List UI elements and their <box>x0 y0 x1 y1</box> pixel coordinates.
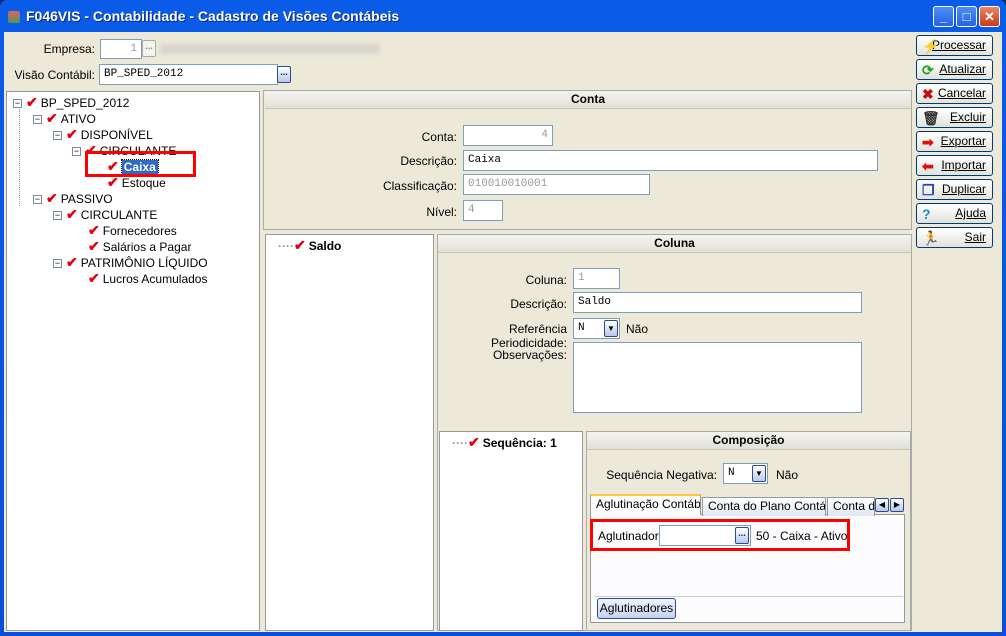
coluna-header: Coluna <box>438 235 911 253</box>
nivel-input[interactable]: 4 <box>463 200 503 221</box>
button-excluir[interactable]: 🗑 Excluir <box>916 107 993 128</box>
tree-node-saldo[interactable]: ····✔ Saldo <box>278 237 341 253</box>
highlight-box-aglutinador <box>590 519 850 551</box>
observacoes-textarea[interactable] <box>573 342 862 413</box>
tree-node-sequencia[interactable]: ····✔ Sequência: 1 <box>452 434 557 450</box>
empresa-input[interactable]: 1 <box>100 39 142 59</box>
coluna-descricao-label: Descrição: <box>510 297 567 311</box>
coluna-tree[interactable]: ····✔ Saldo <box>265 234 434 631</box>
coluna-label: Coluna: <box>525 273 567 287</box>
empresa-label: Empresa: <box>43 42 95 56</box>
button-label: Importar <box>941 158 986 172</box>
tree-node-circulante-passivo[interactable]: − ✔ CIRCULANTE <box>53 206 157 222</box>
button-label: Sair <box>964 230 986 244</box>
conta-descricao-label: Descrição: <box>400 154 457 168</box>
visao-label: Visão Contábil: <box>14 68 96 82</box>
visao-lookup-button[interactable]: ... <box>277 66 291 83</box>
import-icon: ⬅ <box>922 158 934 174</box>
trash-icon: 🗑 <box>922 110 940 126</box>
coluna-input[interactable]: 1 <box>573 268 620 289</box>
classificacao-input[interactable]: 010010010001 <box>463 174 650 195</box>
button-cancelar[interactable]: ✖ Cancelar <box>916 83 993 104</box>
button-duplicar[interactable]: ❐ Duplicar <box>916 179 993 200</box>
tab-scroll-left-icon[interactable]: ◀ <box>875 498 889 512</box>
button-ajuda[interactable]: ? Ajuda <box>916 203 993 224</box>
tree-node-salarios[interactable]: ✔ Salários a Pagar <box>88 238 191 254</box>
aglutinadores-button[interactable]: Aglutinadores <box>597 598 676 619</box>
composicao-header: Composição <box>587 432 910 450</box>
tree-node-ativo[interactable]: − ✔ ATIVO <box>33 110 96 126</box>
tree-node-patrimonio[interactable]: − ✔ PATRIMÔNIO LÍQUIDO <box>53 254 208 270</box>
export-icon: ➡ <box>922 134 934 150</box>
minimize-button[interactable]: _ <box>933 6 954 27</box>
seq-negativa-label: Sequência Negativa: <box>606 468 717 482</box>
button-exportar[interactable]: ➡ Exportar <box>916 131 993 152</box>
conta-label: Conta: <box>421 130 457 144</box>
classificacao-label: Classificação: <box>382 179 457 193</box>
empresa-lookup-button[interactable]: ... <box>142 40 156 57</box>
tree-node-lucros[interactable]: ✔ Lucros Acumulados <box>88 270 207 286</box>
button-label: Processar <box>931 38 986 52</box>
duplicate-icon: ❐ <box>922 182 935 198</box>
button-label: Cancelar <box>937 86 986 100</box>
empresa-name-blurred <box>160 44 380 54</box>
button-label: Excluir <box>949 110 986 124</box>
lightning-icon: ⚡ <box>922 38 940 54</box>
ref-periodicidade-text: Não <box>626 322 649 336</box>
tab-aglutinacao-contabil[interactable]: Aglutinação Contábil <box>590 494 701 515</box>
button-importar[interactable]: ⬅ Importar <box>916 155 993 176</box>
close-button[interactable]: ✕ <box>979 6 1000 27</box>
seq-negativa-text: Não <box>776 468 799 482</box>
tab-conta-da[interactable]: Conta da <box>827 497 875 516</box>
x-icon: ✖ <box>922 86 934 102</box>
highlight-box-caixa <box>85 151 196 177</box>
button-processar[interactable]: ⚡ Processar <box>916 35 993 56</box>
title-bar: F046VIS - Contabilidade - Cadastro de Vi… <box>0 0 1006 32</box>
conta-header: Conta <box>265 91 911 109</box>
button-label: Atualizar <box>939 62 986 76</box>
visao-input[interactable]: BP_SPED_2012 <box>99 64 278 85</box>
observacoes-label: Observações: <box>492 348 567 362</box>
maximize-button[interactable]: □ <box>956 6 977 27</box>
chevron-down-icon[interactable]: ▼ <box>752 465 766 482</box>
window-title: F046VIS - Contabilidade - Cadastro de Vi… <box>26 8 400 24</box>
tree-node-passivo[interactable]: − ✔ PASSIVO <box>33 190 113 206</box>
button-atualizar[interactable]: ⟳ Atualizar <box>916 59 993 80</box>
conta-descricao-input[interactable]: Caixa <box>463 150 878 171</box>
ref-periodicidade-label: Referência Periodicidade: <box>490 322 567 350</box>
button-label: Ajuda <box>955 206 986 220</box>
sequencia-tree[interactable]: ····✔ Sequência: 1 <box>439 431 583 631</box>
button-sair[interactable]: 🏃 Sair <box>916 227 993 248</box>
help-icon: ? <box>922 206 931 222</box>
nivel-label: Nível: <box>426 205 457 219</box>
button-label: Duplicar <box>941 182 986 196</box>
app-icon <box>8 11 20 23</box>
tree-node-fornecedores[interactable]: ✔ Fornecedores <box>88 222 177 238</box>
coluna-descricao-input[interactable]: Saldo <box>573 292 862 313</box>
tab-conta-plano-contabil[interactable]: Conta do Plano Contábil <box>702 497 826 516</box>
tree-node-disponivel[interactable]: − ✔ DISPONÍVEL <box>53 126 153 142</box>
button-label: Exportar <box>940 134 986 148</box>
refresh-icon: ⟳ <box>922 62 934 78</box>
conta-input[interactable]: 4 <box>463 125 553 146</box>
tab-scroll-right-icon[interactable]: ▶ <box>890 498 904 512</box>
exit-icon: 🏃 <box>922 230 940 246</box>
chevron-down-icon[interactable]: ▼ <box>604 320 618 337</box>
tree-node-root[interactable]: − ✔ BP_SPED_2012 <box>13 94 129 110</box>
